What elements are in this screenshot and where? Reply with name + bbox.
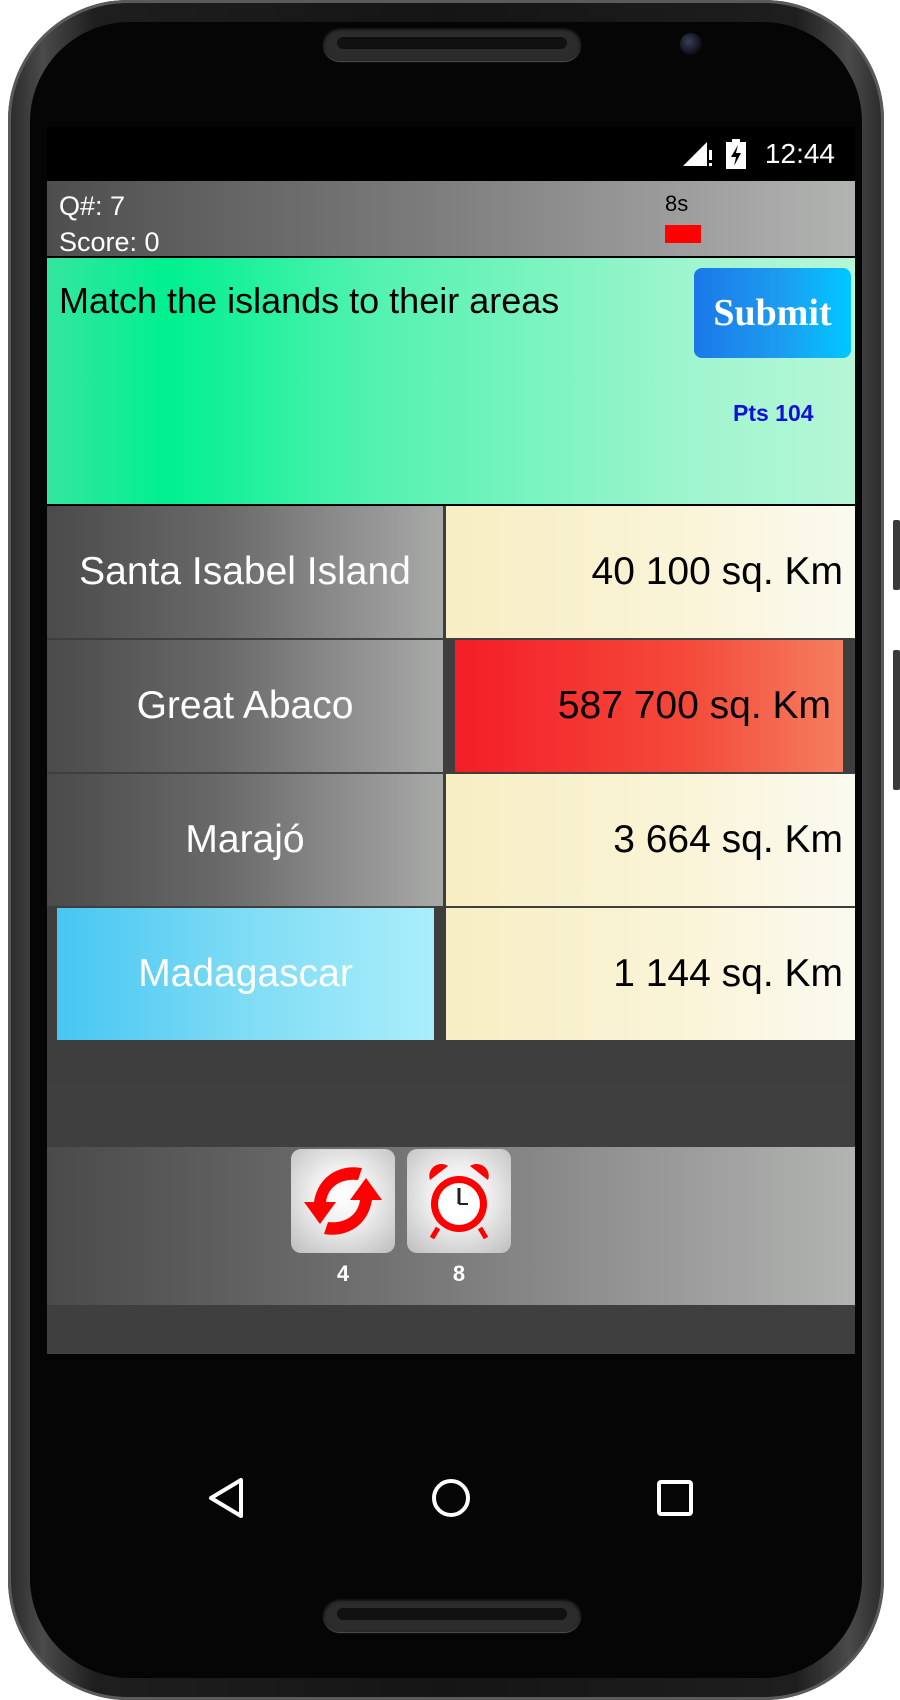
submit-button[interactable]: Submit [694,268,851,358]
match-grid: Santa Isabel Island 40 100 sq. Km Great … [47,506,855,1085]
refresh-icon [304,1167,382,1235]
island-cell-4-selected[interactable]: Madagascar [57,908,434,1040]
bottom-spacer [47,1305,855,1354]
recents-icon [657,1480,693,1516]
island-cell-2[interactable]: Great Abaco [47,640,443,772]
question-panel: Match the islands to their areas Submit … [47,258,855,504]
refresh-count: 4 [336,1261,350,1286]
powerup-bar: 4 8 [47,1147,855,1305]
area-cell-2-wrong[interactable]: 587 700 sq. Km [455,640,843,772]
score: Score: 0 [59,227,160,257]
bottom-speaker [323,1598,581,1632]
battery-charging-icon [725,139,746,169]
clock: 12:44 [764,138,835,169]
points-value: Pts 104 [733,400,814,426]
island-cell-3[interactable]: Marajó [47,774,443,906]
navigation-bar [47,1354,855,1554]
island-cell-1[interactable]: Santa Isabel Island [47,506,443,638]
refresh-powerup-button[interactable] [291,1149,395,1253]
cell-signal-icon [682,142,712,166]
area-cell-4[interactable]: 1 144 sq. Km [446,908,855,1040]
power-button [893,650,900,790]
status-bar: 12:44 [47,127,855,181]
area-cell-1[interactable]: 40 100 sq. Km [446,506,855,638]
recents-button[interactable] [645,1468,705,1528]
home-icon [432,1479,470,1517]
alarm-clock-icon [429,1163,489,1240]
timer-bar [665,225,701,243]
back-button[interactable] [197,1468,257,1528]
screen: 12:44 Q#: 7 Score: 0 8s Match the island… [47,127,855,1354]
time-powerup-button[interactable] [407,1149,511,1253]
area-cell-3[interactable]: 3 664 sq. Km [446,774,855,906]
time-count: 8 [452,1261,466,1286]
question-text: Match the islands to their areas [59,280,560,321]
home-button[interactable] [421,1468,481,1528]
game-header: Q#: 7 Score: 0 8s [47,181,855,257]
timer-label: 8s [665,191,689,216]
spacer [47,1085,855,1147]
back-icon [209,1478,243,1518]
front-camera [680,33,702,55]
question-number: Q#: 7 [59,191,126,221]
volume-button [893,520,900,590]
earpiece-speaker [323,27,581,61]
